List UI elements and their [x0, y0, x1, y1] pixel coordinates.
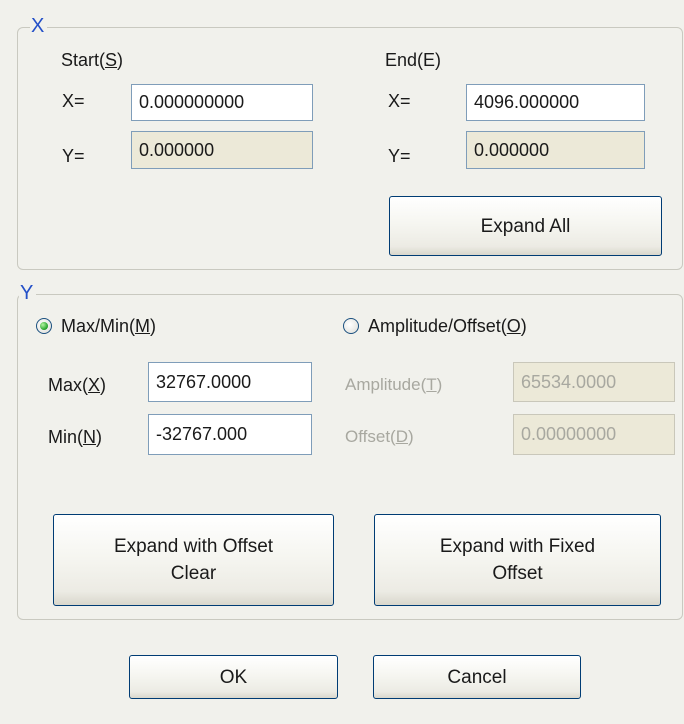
- amplitude-field: [513, 362, 675, 402]
- end-label: End(E): [385, 50, 442, 70]
- y-group-title: Y: [19, 283, 37, 303]
- expand-offset-clear-line1: Expand with Offset: [113, 536, 274, 557]
- radio-selected-dot: [40, 322, 48, 330]
- expand-fixed-offset-line1: Expand with Fixed: [439, 536, 596, 557]
- offset-label: Offset(D): [345, 427, 414, 446]
- amplitude-label: Amplitude(T): [345, 375, 443, 394]
- x-group-title: X: [30, 16, 48, 36]
- expand-fixed-offset-button[interactable]: Expand with Fixed Offset: [374, 514, 661, 606]
- amplitude-offset-radio[interactable]: [343, 318, 359, 334]
- expand-offset-clear-button[interactable]: Expand with Offset Clear: [53, 514, 334, 606]
- offset-field: [513, 414, 675, 455]
- min-field[interactable]: [148, 414, 312, 455]
- cancel-button[interactable]: Cancel: [373, 655, 581, 699]
- start-label: Start(S): [61, 50, 124, 70]
- start-x-label: X=: [62, 91, 85, 111]
- start-y-label: Y=: [62, 146, 85, 166]
- end-x-label: X=: [388, 91, 411, 111]
- start-y-field[interactable]: [131, 131, 313, 169]
- expand-all-button[interactable]: Expand All: [389, 196, 662, 256]
- maxmin-label[interactable]: Max/Min(M): [61, 315, 156, 337]
- max-field[interactable]: [148, 362, 312, 402]
- end-y-field[interactable]: [466, 131, 645, 169]
- expand-fixed-offset-line2: Offset: [492, 563, 543, 584]
- start-x-field[interactable]: [131, 84, 313, 121]
- end-x-field[interactable]: [466, 84, 645, 121]
- end-y-label: Y=: [388, 146, 411, 166]
- ok-button[interactable]: OK: [129, 655, 338, 699]
- amplitude-offset-label[interactable]: Amplitude/Offset(O): [368, 315, 527, 337]
- maxmin-radio[interactable]: [36, 318, 52, 334]
- min-label: Min(N): [48, 427, 102, 447]
- max-label: Max(X): [48, 375, 107, 395]
- expand-offset-clear-line2: Clear: [170, 563, 217, 584]
